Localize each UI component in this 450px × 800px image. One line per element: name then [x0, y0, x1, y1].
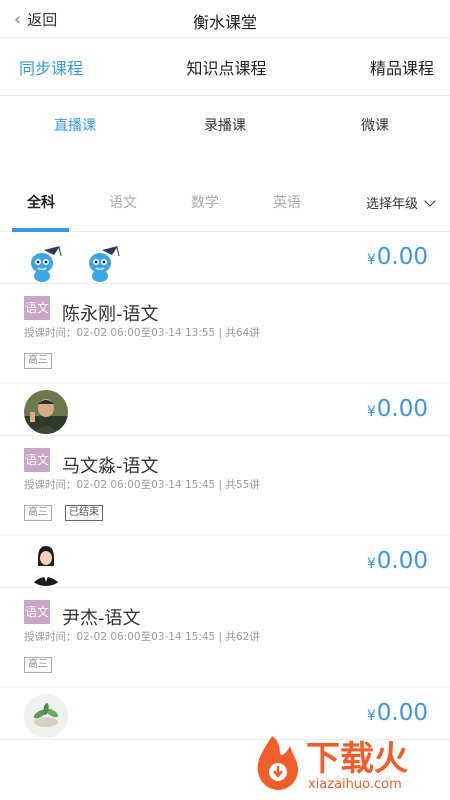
course-info: 语文 陈永刚-语文 授课时间：02-02 06:00至03-14 13:55 |… — [0, 284, 450, 384]
subject-badge: 语文 — [24, 296, 50, 320]
tab-premium-courses[interactable]: 精品课程 — [370, 55, 434, 79]
price: ¥0.00 — [366, 548, 428, 574]
teacher-row: ¥0.00 — [0, 232, 450, 284]
course-title: 陈永刚-语文 — [62, 304, 159, 325]
page-title: 衡水课堂 — [192, 13, 257, 32]
course-card[interactable]: ¥0.00 语文 马文淼-语文 授课时间：02-02 06:00至03-14 1… — [0, 384, 450, 536]
avatar — [24, 390, 68, 434]
course-meta: 授课时间：02-02 06:00至03-14 13:55 | 共64讲 — [24, 327, 260, 339]
subject-badge: 语文 — [24, 448, 50, 472]
avatar — [24, 542, 68, 586]
course-info: 语文 尹杰-语文 授课时间：02-02 06:00至03-14 15:45 | … — [0, 588, 450, 688]
course-info: 语文 马文淼-语文 授课时间：02-02 06:00至03-14 15:45 |… — [0, 436, 450, 536]
course-title: 尹杰-语文 — [62, 608, 141, 629]
main-tabs: 同步课程 知识点课程 精品课程 — [0, 38, 450, 96]
course-card[interactable]: ¥0.00 语文 陈永刚-语文 授课时间：02-02 06:00至03-14 1… — [0, 232, 450, 384]
course-meta: 授课时间：02-02 06:00至03-14 15:45 | 共62讲 — [24, 631, 260, 643]
price: ¥0.00 — [366, 244, 428, 270]
subject-badge: 语文 — [24, 600, 50, 624]
subject-tabs: 全科 语文 数学 英语 选择年级 — [0, 172, 450, 232]
grade-tag: 高三 — [24, 505, 52, 521]
teacher-row: ¥0.00 — [0, 536, 450, 588]
tab-micro[interactable]: 微课 — [300, 115, 450, 135]
avatar — [24, 694, 68, 738]
course-meta: 授课时间：02-02 06:00至03-14 15:45 | 共55讲 — [24, 479, 260, 491]
chevron-down-icon — [424, 194, 436, 207]
status-badge: 已结束 — [65, 505, 103, 521]
tab-sync-courses[interactable]: 同步课程 — [19, 55, 83, 79]
cartoon-mascot-icon — [31, 246, 120, 282]
tab-knowledge-courses[interactable]: 知识点课程 — [186, 55, 266, 79]
tab-english[interactable]: 英语 — [246, 192, 328, 212]
price: ¥0.00 — [366, 700, 428, 726]
tab-live[interactable]: 直播课 — [0, 115, 150, 135]
price: ¥0.00 — [366, 396, 428, 422]
grade-select[interactable]: 选择年级 — [365, 193, 436, 212]
sub-tabs: 直播课 录播课 微课 — [0, 96, 450, 154]
tab-all-subjects[interactable]: 全科 — [0, 192, 82, 212]
watermark-brand: 下载火 — [306, 739, 408, 779]
tab-recorded[interactable]: 录播课 — [150, 115, 300, 135]
grade-tag: 高三 — [24, 657, 52, 673]
course-card[interactable]: ¥0.00 语文 尹杰-语文 授课时间：02-02 06:00至03-14 15… — [0, 536, 450, 688]
course-title: 马文淼-语文 — [62, 456, 159, 477]
tab-chinese[interactable]: 语文 — [82, 192, 164, 212]
watermark-logo: 下载火 xiazaihuo.com — [250, 730, 440, 792]
grade-select-label: 选择年级 — [365, 197, 418, 212]
top-bar: ‹ 返回 衡水课堂 — [0, 0, 450, 38]
grade-tag: 高三 — [24, 353, 52, 369]
teacher-row: ¥0.00 — [0, 384, 450, 436]
tab-math[interactable]: 数学 — [164, 192, 246, 212]
watermark-domain: xiazaihuo.com — [308, 777, 402, 792]
